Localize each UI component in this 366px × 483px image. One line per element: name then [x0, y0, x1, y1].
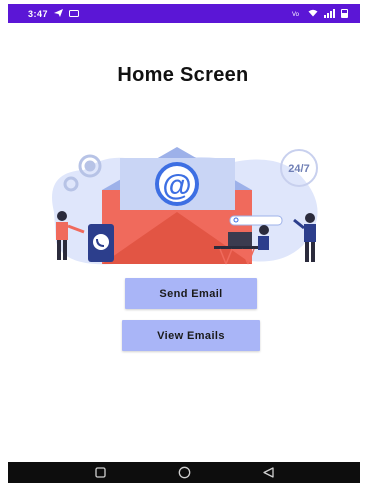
view-emails-button[interactable]: View Emails [122, 320, 260, 351]
status-bar-right: Vo [292, 9, 348, 19]
badge-24-7-text: 24/7 [288, 163, 309, 175]
home-icon[interactable] [174, 465, 194, 481]
status-bar: 3:47 Vo [8, 4, 360, 23]
status-bar-left: 3:47 [28, 8, 80, 19]
app-screen: 3:47 Vo Home Screen 24/7 @ Send Email Vi… [0, 0, 366, 483]
wifi-icon [308, 9, 318, 19]
navigation-bar [8, 462, 360, 483]
send-email-button[interactable]: Send Email [125, 278, 257, 309]
svg-text:Vo: Vo [292, 12, 300, 17]
page-title: Home Screen [117, 64, 249, 86]
message-icon [69, 10, 80, 17]
back-icon[interactable] [258, 465, 278, 481]
send-icon [54, 8, 64, 19]
volte-icon: Vo [292, 9, 302, 19]
signal-icon [324, 9, 335, 18]
status-time: 3:47 [28, 8, 49, 19]
battery-icon [341, 9, 348, 18]
at-symbol: @ [162, 169, 191, 202]
recents-icon[interactable] [90, 465, 110, 481]
email-illustration: 24/7 @ [52, 147, 318, 265]
